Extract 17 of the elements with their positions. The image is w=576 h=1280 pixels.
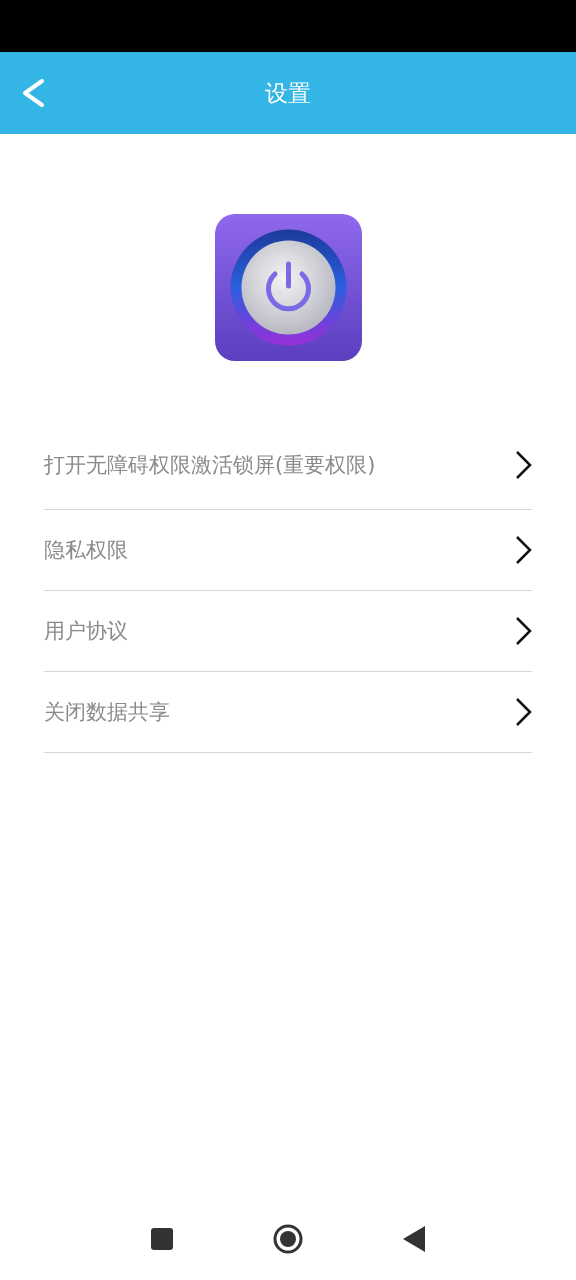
- menu-item[interactable]: 隐私权限: [44, 510, 532, 591]
- chevron-right-icon: [514, 535, 532, 565]
- menu-label: 用户协议: [44, 618, 128, 645]
- menu-label: 关闭数据共享: [44, 699, 170, 726]
- chevron-right-icon: [514, 697, 532, 727]
- menu-item[interactable]: 关闭数据共享: [44, 672, 532, 753]
- chevron-right-icon: [514, 450, 532, 480]
- back-nav-icon[interactable]: [403, 1226, 425, 1252]
- menu-label: 隐私权限: [44, 537, 128, 564]
- home-icon[interactable]: [273, 1224, 303, 1254]
- chevron-right-icon: [514, 616, 532, 646]
- page-title: 设置: [265, 78, 311, 108]
- power-app-icon: [214, 214, 362, 361]
- recents-icon[interactable]: [151, 1228, 173, 1250]
- menu-item[interactable]: 用户协议: [44, 591, 532, 672]
- menu-label: 打开无障碍权限激活锁屏(重要权限): [44, 452, 376, 479]
- menu-item[interactable]: 打开无障碍权限激活锁屏(重要权限): [44, 421, 532, 510]
